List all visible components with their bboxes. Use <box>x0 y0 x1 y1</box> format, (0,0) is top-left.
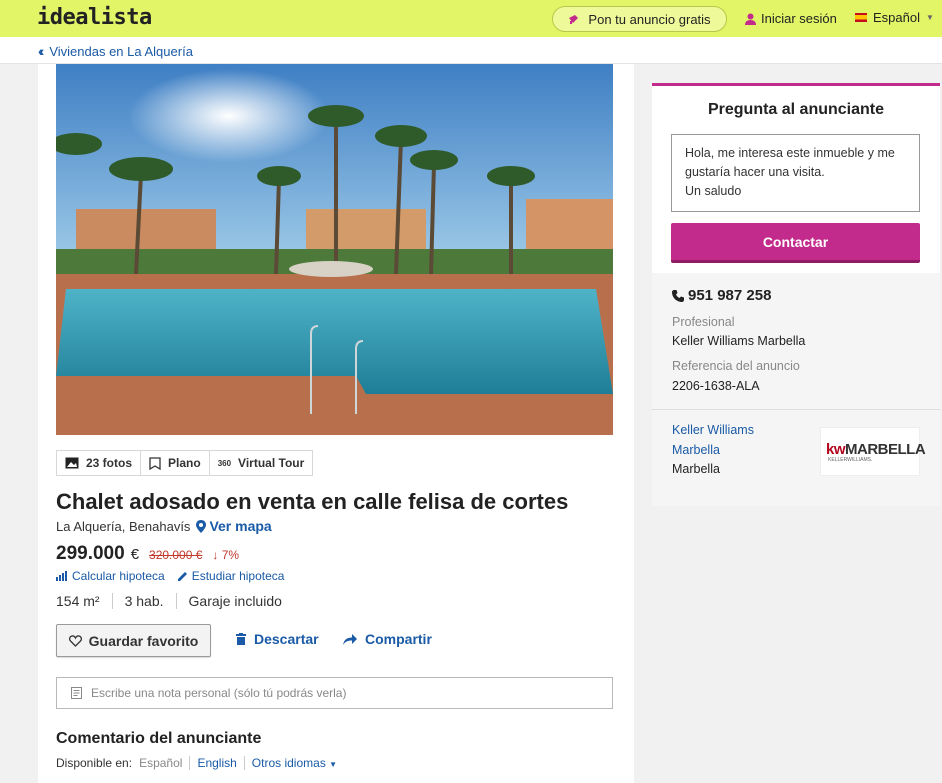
contact-button[interactable]: Contactar <box>671 223 920 263</box>
mortgage-links: Calcular hipoteca Estudiar hipoteca <box>56 569 284 583</box>
discard-button[interactable]: Descartar <box>236 631 319 647</box>
personal-note-input[interactable]: Escribe una nota personal (sólo tú podrá… <box>56 677 613 709</box>
media-tabs: 23 fotos Plano 360 Virtual Tour <box>56 450 314 476</box>
calc-mortgage-link[interactable]: Calcular hipoteca <box>56 569 165 583</box>
tab-photos-label: 23 fotos <box>86 456 133 470</box>
study-mortgage-link[interactable]: Estudiar hipoteca <box>177 569 285 583</box>
trash-icon <box>236 633 246 645</box>
tab-floorplan[interactable]: Plano <box>140 450 209 476</box>
separator <box>189 756 191 770</box>
reference-label: Referencia del anuncio <box>672 359 800 373</box>
listing-location: La Alquería, Benahavís Ver mapa <box>56 518 272 534</box>
contact-title: Pregunta al anunciante <box>707 101 885 118</box>
pencil-icon <box>177 571 187 581</box>
view-map-link[interactable]: Ver mapa <box>196 518 272 534</box>
tab-floorplan-label: Plano <box>168 456 201 470</box>
login-label: Iniciar sesión <box>761 11 837 26</box>
tab-virtual-tour-label: Virtual Tour <box>238 456 305 470</box>
location-text: La Alquería, Benahavís <box>56 518 191 534</box>
chevron-down-icon: ▼ <box>329 760 338 769</box>
language-spanish-current: Español <box>139 756 183 770</box>
double-chevron-left-icon: ‹‹ <box>38 43 45 59</box>
chevron-down-icon: ▼ <box>925 13 934 22</box>
agency-city: Marbella <box>672 462 720 476</box>
photo-icon <box>65 457 79 469</box>
breadcrumb[interactable]: ‹‹ Viviendas en La Alquería <box>38 43 193 59</box>
feature-garage: Garaje incluido <box>175 593 294 609</box>
available-in-label: Disponible en: <box>56 756 133 770</box>
contact-form: Pregunta al anunciante Hola, me interesa… <box>652 86 940 273</box>
advertiser-type-label: Profesional <box>672 315 735 329</box>
language-label: Español <box>873 10 920 25</box>
listing-features: 154 m² 3 hab. Garaje incluido <box>56 593 294 609</box>
message-textarea[interactable]: Hola, me interesa este inmueble y me gus… <box>671 134 920 212</box>
kw-logo-mark: kw <box>826 440 846 458</box>
price-value: 299.000 <box>56 543 125 564</box>
study-mortgage-label: Estudiar hipoteca <box>191 569 285 583</box>
breadcrumb-bar: ‹‹ Viviendas en La Alquería <box>0 37 942 64</box>
message-line: gustaría hacer una visita. <box>685 165 825 179</box>
agency-link-line2[interactable]: Marbella <box>672 441 754 461</box>
save-favorite-label: Guardar favorito <box>88 632 199 649</box>
advertiser-name: Keller Williams Marbella <box>672 334 806 348</box>
other-languages-dropdown[interactable]: Otros idiomas ▼ <box>252 756 337 770</box>
discard-label: Descartar <box>254 631 319 647</box>
360-icon: 360 <box>217 458 232 468</box>
share-label: Compartir <box>365 631 432 647</box>
floorplan-icon <box>149 456 161 470</box>
comments-title: Comentario del anunciante <box>56 730 262 747</box>
share-arrow-icon <box>343 633 357 645</box>
old-price: 320.000 € <box>149 548 203 562</box>
personal-note-placeholder: Escribe una nota personal (sólo tú podrá… <box>91 686 347 700</box>
idealista-logo[interactable]: idealista <box>37 5 152 30</box>
breadcrumb-label: Viviendas en La Alquería <box>49 43 193 59</box>
spain-flag-icon <box>855 13 867 22</box>
language-selector[interactable]: Español ▼ <box>855 10 934 25</box>
post-ad-button[interactable]: Pon tu anuncio gratis <box>552 6 727 32</box>
message-line: Un saludo <box>685 184 742 198</box>
contact-sidebar: Pregunta al anunciante Hola, me interesa… <box>652 83 940 506</box>
price-block: 299.000 € 320.000 € ↓ 7% <box>56 543 239 565</box>
separator <box>243 756 245 770</box>
agency-logo-subtext: KELLERWILLIAMS. <box>828 456 873 463</box>
other-languages-label: Otros idiomas <box>251 756 326 770</box>
note-icon <box>71 687 82 699</box>
language-english-link[interactable]: English <box>197 756 236 770</box>
listing-main: 23 fotos Plano 360 Virtual Tour Chalet a… <box>38 64 634 783</box>
agency-logo-text: MARBELLA <box>845 440 926 458</box>
bar-chart-icon <box>56 571 67 581</box>
phone-icon <box>672 289 684 302</box>
phone-number[interactable]: 951 987 258 <box>672 287 771 304</box>
reference-value: 2206-1638-ALA <box>672 379 760 393</box>
feature-rooms: 3 hab. <box>111 593 176 609</box>
megaphone-icon <box>569 15 579 24</box>
calc-mortgage-label: Calcular hipoteca <box>72 569 165 583</box>
price-drop-badge: ↓ 7% <box>212 548 240 562</box>
user-icon <box>745 13 756 25</box>
tab-photos[interactable]: 23 fotos <box>56 450 141 476</box>
phone-text: 951 987 258 <box>688 287 772 304</box>
divider <box>652 409 940 410</box>
agency-logo[interactable]: kwMARBELLA KELLERWILLIAMS. <box>820 427 926 476</box>
feature-area: 154 m² <box>56 593 100 609</box>
comment-languages: Disponible en: Español English Otros idi… <box>56 756 337 770</box>
listing-title: Chalet adosado en venta en calle felisa … <box>56 489 569 514</box>
heart-icon <box>68 634 82 647</box>
tab-virtual-tour[interactable]: 360 Virtual Tour <box>208 450 314 476</box>
agency-link-line1[interactable]: Keller Williams <box>672 421 754 441</box>
top-header: idealista Pon tu anuncio gratis Iniciar … <box>0 0 942 37</box>
agency-info: Keller Williams Marbella Marbella <box>672 421 754 480</box>
main-photo[interactable] <box>56 64 613 435</box>
map-pin-icon <box>196 519 207 533</box>
login-link[interactable]: Iniciar sesión <box>745 11 837 26</box>
view-map-label: Ver mapa <box>209 518 272 534</box>
save-favorite-button[interactable]: Guardar favorito <box>56 624 211 657</box>
post-ad-label: Pon tu anuncio gratis <box>588 11 711 27</box>
advertiser-info: 951 987 258 Profesional Keller Williams … <box>652 273 940 506</box>
message-line: Hola, me interesa este inmueble y me <box>685 146 895 160</box>
share-button[interactable]: Compartir <box>343 631 432 647</box>
price-currency: € <box>130 546 140 563</box>
